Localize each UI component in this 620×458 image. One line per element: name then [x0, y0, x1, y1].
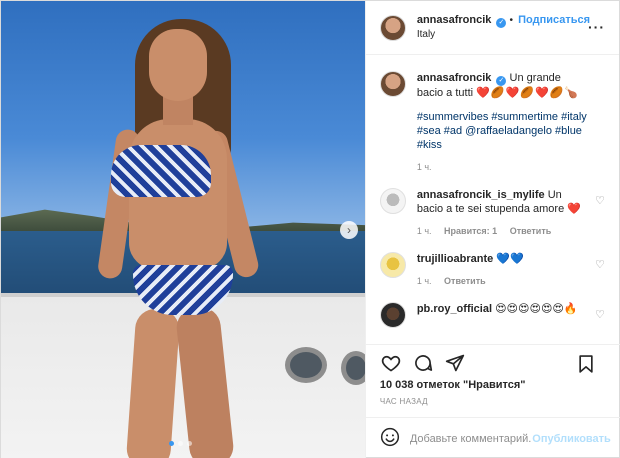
add-comment-bar: Опубликовать [365, 417, 620, 458]
reply-button[interactable]: Ответить [510, 226, 552, 236]
carousel-next-button[interactable]: › [340, 221, 358, 239]
publish-button[interactable]: Опубликовать [532, 433, 611, 445]
caption-emojis: ❤️🏉❤️🏉❤️🏉🍗 [476, 87, 580, 99]
bookmark-icon[interactable] [575, 353, 597, 375]
avatar[interactable] [379, 188, 406, 214]
carousel-dot-active [169, 441, 174, 446]
comment-username[interactable]: trujillioabrante [417, 253, 493, 265]
caption: annasafroncik ✓ Un grande bacio a tutti … [379, 71, 607, 174]
comment-input[interactable] [409, 432, 533, 445]
carousel-dots [169, 441, 192, 446]
heart-icon[interactable] [380, 352, 402, 374]
instagram-post: › annasafroncik ✓ • Подписаться Italy ··… [0, 0, 620, 458]
action-bar [365, 344, 620, 380]
post-header: annasafroncik ✓ • Подписаться Italy ··· [365, 1, 619, 55]
comment-row: annasafroncik_is_mylife Un bacio a te se… [379, 188, 607, 238]
photo-porthole [341, 351, 365, 385]
caption-username[interactable]: annasafroncik [417, 72, 492, 84]
verified-badge-icon: ✓ [496, 76, 507, 86]
post-location[interactable]: Italy [417, 28, 590, 42]
post-side-panel: annasafroncik ✓ • Подписаться Italy ··· … [364, 1, 620, 458]
author-username[interactable]: annasafroncik [417, 14, 492, 26]
carousel-dot [178, 441, 183, 446]
comment-icon[interactable] [412, 352, 434, 374]
comment-like-heart-icon[interactable]: ♡ [595, 194, 605, 207]
more-options-icon[interactable]: ··· [588, 19, 605, 35]
photo-person [96, 19, 261, 458]
caption-hashtags[interactable]: #summervibes #summertime #italy #sea #ad… [417, 110, 587, 152]
avatar[interactable] [379, 302, 406, 328]
comment-username[interactable]: annasafroncik_is_mylife [417, 189, 545, 201]
post-photo[interactable]: › [1, 1, 365, 458]
share-icon[interactable] [444, 352, 466, 374]
verified-badge-icon: ✓ [496, 18, 507, 28]
avatar[interactable] [379, 71, 406, 97]
comment-row: pb.roy_official 😍😍😍😍😍😍🔥 ♡ [379, 302, 607, 328]
carousel-dot [187, 441, 192, 446]
reply-button[interactable]: Ответить [444, 276, 486, 286]
likes-count[interactable]: 10 038 отметок "Нравится" [380, 379, 526, 391]
comment-likes[interactable]: Нравится: 1 [444, 226, 497, 236]
comments-list[interactable]: annasafroncik ✓ Un grande bacio a tutti … [366, 55, 620, 340]
comment-time: 1 ч. [416, 276, 432, 286]
avatar[interactable] [379, 14, 406, 41]
comment-emoji: 💙💙 [496, 253, 524, 265]
comment-username[interactable]: pb.roy_official [417, 303, 492, 315]
comment-row: trujillioabrante 💙💙 1 ч. Ответить ♡ [379, 252, 607, 288]
photo-porthole [285, 347, 327, 383]
chevron-right-icon: › [347, 223, 351, 237]
avatar[interactable] [379, 252, 406, 278]
post-time: ЧАС НАЗАД [379, 397, 428, 406]
comment-emoji: 😍😍😍😍😍😍🔥 [495, 303, 578, 315]
comment-emoji: ❤️ [567, 203, 581, 215]
follow-button[interactable]: Подписаться [518, 14, 590, 26]
comment-like-heart-icon[interactable]: ♡ [595, 308, 605, 321]
caption-time: 1 ч. [416, 162, 432, 172]
emoji-icon[interactable] [380, 427, 400, 450]
comment-time: 1 ч. [416, 226, 432, 236]
comment-like-heart-icon[interactable]: ♡ [595, 258, 605, 271]
